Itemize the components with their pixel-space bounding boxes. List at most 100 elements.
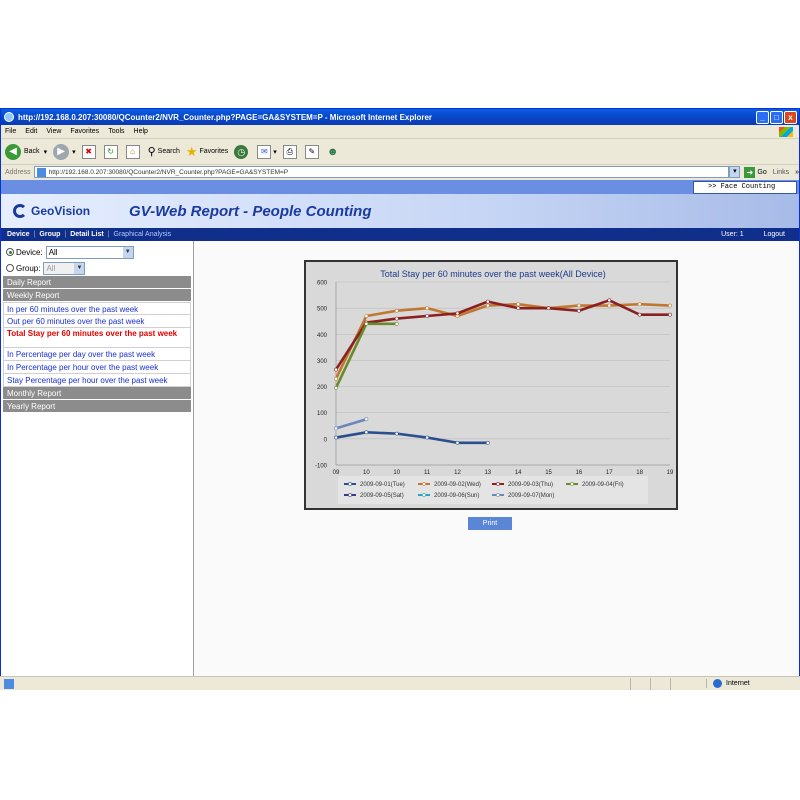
print-button[interactable]: Print — [468, 517, 512, 530]
face-counting-link[interactable]: >> Face Counting — [693, 181, 797, 194]
messenger-icon[interactable]: ☻ — [327, 146, 339, 158]
menu-bar: File Edit View Favorites Tools Help — [1, 125, 799, 139]
forward-button[interactable]: ▶ ▾ — [53, 143, 76, 160]
nav-separator: | — [33, 231, 36, 238]
legend-label: 2009-09-04(Fri) — [582, 482, 624, 488]
minimize-button[interactable]: _ — [756, 110, 769, 124]
edit-icon[interactable]: ✎ — [304, 144, 319, 159]
close-button[interactable]: x — [784, 110, 797, 124]
x-tick-label: 10 — [393, 470, 400, 476]
legend-label: 2009-09-07(Mon) — [508, 493, 554, 499]
data-point — [364, 430, 369, 435]
group-radio[interactable] — [6, 264, 14, 272]
forward-dropdown-icon[interactable]: ▾ — [72, 148, 76, 156]
series-line — [335, 431, 488, 445]
group-label: Group: — [16, 263, 41, 273]
user-label: User: 1 — [721, 231, 744, 238]
yearly-report-section[interactable]: Yearly Report — [3, 400, 191, 413]
nav-graphical-analysis[interactable]: Graphical Analysis — [114, 231, 172, 238]
legend-marker — [570, 482, 574, 486]
refresh-icon[interactable]: ↻ — [103, 144, 118, 159]
x-tick-label: 09 — [333, 470, 340, 476]
data-point — [334, 385, 338, 390]
print-icon[interactable]: ⎙ — [282, 144, 297, 159]
menu-favorites[interactable]: Favorites — [70, 128, 99, 135]
legend-marker — [496, 493, 500, 497]
back-button[interactable]: ◀ Back ▾ — [5, 143, 48, 160]
data-point — [455, 311, 460, 316]
device-row: Device: All ▼ — [1, 244, 193, 260]
maximize-button[interactable]: □ — [770, 110, 783, 124]
data-point — [425, 306, 429, 311]
y-tick-label: 0 — [324, 437, 328, 443]
data-point — [485, 303, 490, 308]
report-link-in-per-60[interactable]: In per 60 minutes over the past week — [3, 302, 191, 315]
mail-icon[interactable]: ✉ — [257, 144, 272, 159]
device-radio[interactable] — [6, 248, 14, 256]
device-select[interactable]: All ▼ — [45, 245, 134, 259]
globe-icon — [713, 679, 722, 688]
legend-label: 2009-09-06(Sun) — [434, 493, 479, 499]
legend-marker — [348, 493, 352, 497]
history-icon[interactable]: ◷ — [234, 144, 249, 159]
x-tick-label: 19 — [667, 470, 674, 476]
report-link-out-per-60[interactable]: Out per 60 minutes over the past week — [3, 315, 191, 328]
search-button[interactable]: ⚲ Search — [148, 145, 180, 158]
series-line — [334, 298, 670, 371]
weekly-report-section[interactable]: Weekly Report — [3, 289, 191, 302]
report-link-in-percentage-per-day[interactable]: In Percentage per day over the past week — [3, 348, 191, 361]
page-title: GV-Web Report - People Counting — [129, 202, 372, 220]
data-point — [364, 321, 369, 326]
chart-container: Total Stay per 60 minutes over the past … — [304, 260, 678, 510]
go-label: Go — [757, 168, 767, 176]
home-icon[interactable]: ⌂ — [125, 144, 140, 159]
group-row: Group: All ▼ — [1, 260, 193, 276]
y-tick-label: 600 — [317, 281, 328, 287]
links-button[interactable]: Links — [773, 169, 789, 176]
back-dropdown-icon[interactable]: ▾ — [44, 148, 48, 156]
menu-file[interactable]: File — [5, 128, 16, 135]
monthly-report-section[interactable]: Monthly Report — [3, 387, 191, 400]
report-link-in-percentage-per-hour[interactable]: In Percentage per hour over the past wee… — [3, 361, 191, 374]
favorites-button[interactable]: ★ Favorites — [186, 144, 228, 160]
search-icon: ⚲ — [147, 146, 156, 158]
data-point — [334, 435, 338, 440]
data-point — [516, 302, 521, 307]
go-button[interactable]: ➜ Go — [744, 166, 767, 178]
data-point — [668, 312, 672, 317]
nav-separator: | — [64, 231, 67, 238]
line-chart: Total Stay per 60 minutes over the past … — [315, 269, 674, 504]
nav-device[interactable]: Device — [7, 231, 30, 238]
data-point — [394, 431, 399, 436]
menu-help[interactable]: Help — [134, 128, 148, 135]
stop-icon[interactable]: ✖ — [81, 144, 96, 159]
menu-view[interactable]: View — [46, 128, 61, 135]
nav-group[interactable]: Group — [39, 231, 60, 238]
group-select[interactable]: All ▼ — [43, 261, 86, 275]
header-banner: GeoVision GV-Web Report - People Countin… — [1, 194, 799, 228]
report-link-stay-percentage-per-hour[interactable]: Stay Percentage per hour over the past w… — [3, 374, 191, 387]
menu-tools[interactable]: Tools — [108, 128, 124, 135]
favorites-star-icon: ★ — [185, 143, 198, 159]
data-point — [607, 298, 612, 303]
series-line — [334, 302, 671, 380]
chevron-right-icon[interactable]: » — [795, 169, 799, 176]
page-status-icon — [4, 678, 14, 689]
data-point — [394, 316, 399, 321]
legend-label: 2009-09-03(Thu) — [508, 482, 553, 488]
address-field[interactable]: http://192.168.0.207:30080/QCounter2/NVR… — [33, 166, 730, 178]
forward-arrow-icon: ▶ — [53, 143, 70, 160]
legend-marker — [348, 482, 352, 486]
address-dropdown-icon[interactable]: ▾ — [729, 166, 741, 178]
data-point — [607, 303, 612, 308]
legend-label: 2009-09-01(Tue) — [360, 482, 405, 488]
daily-report-section[interactable]: Daily Report — [3, 276, 191, 289]
series-line — [335, 418, 367, 430]
report-link-total-stay-per-60[interactable]: Total Stay per 60 minutes over the past … — [3, 328, 191, 348]
menu-edit[interactable]: Edit — [25, 128, 37, 135]
nav-detail-list[interactable]: Detail List — [70, 231, 103, 238]
geovision-logo-icon — [13, 204, 27, 218]
logout-link[interactable]: Logout — [764, 231, 785, 238]
device-select-value: All — [48, 247, 58, 257]
mail-dropdown-icon[interactable]: ▾ — [273, 148, 277, 156]
